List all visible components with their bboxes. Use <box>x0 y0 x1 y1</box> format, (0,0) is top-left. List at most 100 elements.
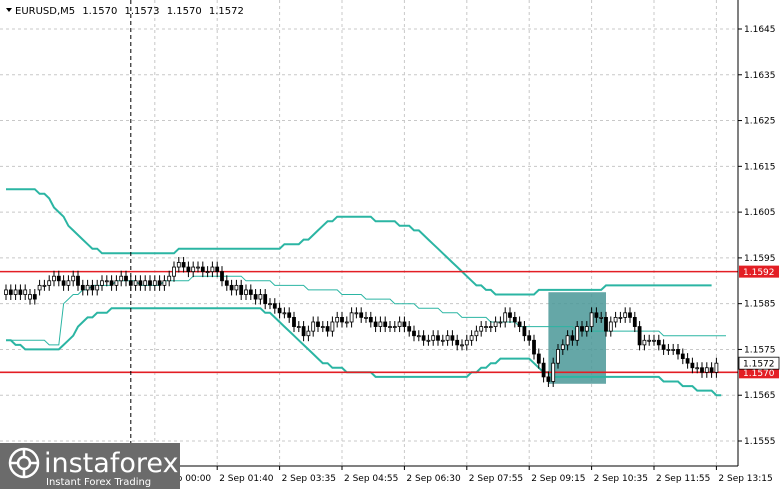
candle-body <box>565 335 570 346</box>
candle-body <box>157 280 162 286</box>
y-tick-label: 1.1565 <box>744 391 776 401</box>
symbol-header: EURUSD,M5 1.1570 1.1573 1.1570 1.1572 <box>6 6 244 17</box>
candle-body <box>407 326 412 332</box>
x-tick-label: 2 Sep 04:55 <box>344 474 398 484</box>
watermark-brand: instaforex <box>44 448 178 479</box>
ohlc-close: 1.1572 <box>209 6 244 17</box>
y-tick-label: 1.1605 <box>744 208 776 218</box>
candle-body <box>397 321 402 327</box>
x-tick-label: 2 Sep 11:55 <box>656 474 710 484</box>
candle-body <box>239 284 244 295</box>
candle-body <box>652 339 656 342</box>
candle-body <box>560 344 565 350</box>
y-tick-label: 1.1555 <box>744 437 776 447</box>
candle-body <box>18 289 23 295</box>
candle-body <box>292 316 296 327</box>
current-price-label: 1.1572 <box>738 356 780 370</box>
candle-body <box>8 289 13 295</box>
candle-body <box>85 284 90 291</box>
x-tick-label: 2 Sep 07:55 <box>469 474 523 484</box>
candle-body <box>244 289 248 295</box>
candle-body <box>402 321 407 327</box>
candle-body <box>52 275 56 282</box>
level-price-label-text: 1.1570 <box>743 369 775 379</box>
candle-body <box>316 321 320 327</box>
candle-body <box>138 280 143 286</box>
candle-body <box>416 335 421 338</box>
candle-body <box>440 339 445 342</box>
candle-body <box>258 294 263 300</box>
candle-body <box>66 280 71 286</box>
candle-body <box>618 316 623 319</box>
candle-body <box>493 321 498 327</box>
candle-body <box>445 335 450 341</box>
candle-body <box>517 321 522 327</box>
candle-body <box>637 326 642 346</box>
y-tick-label: 1.1585 <box>744 300 776 310</box>
candle-body <box>306 330 311 337</box>
candle-body <box>220 271 224 282</box>
candle-body <box>536 353 541 364</box>
candle-body <box>282 312 287 315</box>
candle-body <box>488 326 493 328</box>
candle-body <box>181 262 186 268</box>
candle-body <box>623 312 628 318</box>
candle-body <box>100 280 104 286</box>
candle-body <box>661 344 666 350</box>
candle-body <box>42 284 47 287</box>
chart-background <box>0 0 781 489</box>
candle-body <box>575 326 580 341</box>
candle-body <box>503 312 508 323</box>
candle-body <box>474 330 479 337</box>
y-tick-label: 1.1625 <box>744 117 776 127</box>
x-tick-label: 2 Sep 09:15 <box>531 474 585 484</box>
candle-body <box>364 316 368 319</box>
candle-body <box>61 280 66 286</box>
candle-body <box>325 326 330 332</box>
candle-body <box>546 376 551 382</box>
ohlc-low: 1.1570 <box>167 6 202 17</box>
candle-body <box>551 362 556 382</box>
candle-body <box>287 312 292 318</box>
candle-body <box>277 307 282 314</box>
candle-body <box>594 312 599 318</box>
y-tick-label: 1.1645 <box>744 25 776 35</box>
candle-body <box>152 280 157 286</box>
candle-body <box>666 349 671 351</box>
candle-body <box>628 312 632 318</box>
candle-body <box>229 284 234 291</box>
candle-body <box>613 316 618 323</box>
candle-body <box>642 339 647 346</box>
ohlc-open: 1.1570 <box>82 6 117 17</box>
price-chart[interactable]: 1.1645 1.1635 1.1625 1.1615 1.1605 1.1595 1.15… <box>0 0 781 489</box>
y-tick-label: 1.1635 <box>744 71 776 81</box>
candle-body <box>599 316 604 319</box>
candle-body <box>412 330 416 337</box>
candle-body <box>349 312 354 323</box>
candle-body <box>584 326 589 332</box>
candle-body <box>263 294 268 305</box>
candle-body <box>143 280 148 286</box>
candle-body <box>469 335 474 341</box>
candle-body <box>368 316 373 323</box>
candle-body <box>215 266 220 273</box>
candle-body <box>479 326 484 332</box>
candle-body <box>522 326 527 337</box>
candle-body <box>234 284 239 291</box>
candle-body <box>508 312 512 318</box>
x-tick-label: 2 Sep 01:40 <box>219 474 274 484</box>
candle-body <box>186 266 191 273</box>
candle-body <box>311 321 316 332</box>
x-tick-label: 2 Sep 13:15 <box>718 474 772 484</box>
ohlc-high: 1.1573 <box>125 6 160 17</box>
candle-body <box>647 339 652 342</box>
candle-body <box>104 280 109 283</box>
candle-body <box>714 362 719 373</box>
candle-body <box>436 335 440 341</box>
candle-body <box>421 335 426 341</box>
candle-body <box>320 326 325 328</box>
candle-body <box>268 303 272 306</box>
y-tick-label: 1.1595 <box>744 254 776 264</box>
candle-body <box>359 312 364 318</box>
candle-body <box>392 326 397 328</box>
